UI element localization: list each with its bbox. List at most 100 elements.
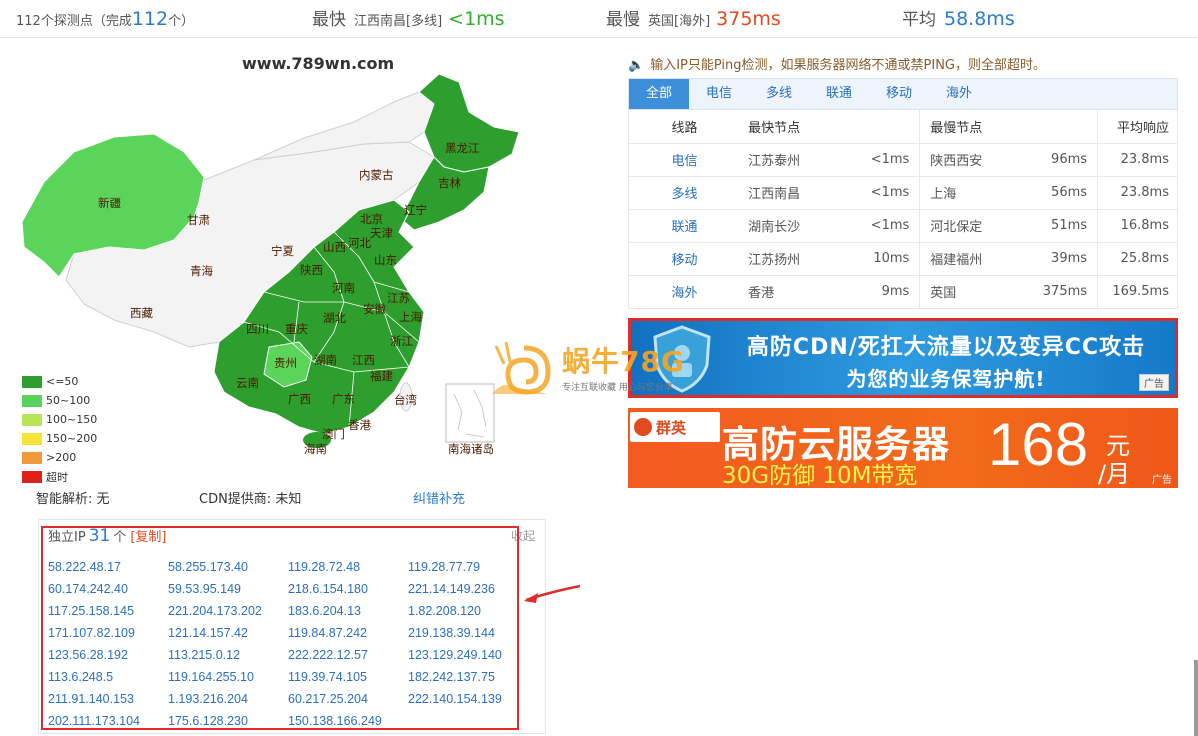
label-ningxia: 宁夏 — [271, 244, 294, 258]
legend-label: 超时 — [46, 470, 68, 484]
legend-label: 100~150 — [46, 413, 98, 426]
fastest-label: 最快 — [312, 10, 346, 30]
label-jilin: 吉林 — [438, 176, 461, 190]
table-header-cell: 线路 — [628, 110, 741, 144]
average-value: 58.8ms — [944, 8, 1015, 30]
label-guangxi: 广西 — [288, 392, 311, 406]
table-cell-slow_node: 福建福州 — [919, 242, 1018, 276]
legend-label: 150~200 — [46, 432, 98, 445]
label-macau: 澳门 — [322, 427, 345, 441]
watermark-subtext: 专注互联收藏 用心与您分享 — [562, 383, 673, 393]
tab-3[interactable]: 联通 — [809, 79, 869, 109]
label-yunnan: 云南 — [236, 376, 259, 390]
table-row: 电信 江苏泰州 <1ms 陕西西安 96ms 23.8ms — [628, 143, 1178, 177]
tab-4[interactable]: 移动 — [869, 79, 929, 109]
table-cell-line[interactable]: 电信 — [628, 143, 741, 177]
label-south-sea: 南海诸岛 — [448, 442, 494, 456]
label-anhui: 安徽 — [363, 302, 386, 316]
map-canvas: 新疆 甘肃 青海 西藏 内蒙古 黑龙江 吉林 辽宁 北京 天津 河北 山西 宁夏… — [21, 73, 520, 456]
label-taiwan: 台湾 — [394, 393, 417, 407]
table-header-cell — [1017, 110, 1099, 144]
ad-banner-cloud[interactable]: 群英 高防云服务器 30G防御 10M带宽 168 元 /月 广告 — [628, 408, 1178, 488]
table-header-cell: 平均响应 — [1097, 110, 1178, 144]
table-cell-fast_ms: <1ms — [829, 176, 921, 210]
table-cell-slow_node: 陕西西安 — [919, 143, 1018, 177]
table-cell-avg: 23.8ms — [1097, 176, 1178, 210]
table-cell-avg: 16.8ms — [1097, 209, 1178, 243]
label-qinghai: 青海 — [190, 264, 213, 278]
label-fujian: 福建 — [370, 369, 393, 383]
fastest-value: <1ms — [448, 8, 505, 30]
table-cell-avg: 169.5ms — [1097, 275, 1178, 309]
table-cell-slow_ms: 39ms — [1017, 242, 1099, 276]
table-header-cell: 最快节点 — [740, 110, 830, 144]
table-cell-avg: 25.8ms — [1097, 242, 1178, 276]
scrollbar[interactable] — [1194, 660, 1198, 736]
ping-notice-text: 输入IP只能Ping检测，如果服务器网络不通或禁PING，则全部超时。 — [650, 58, 1046, 73]
table-cell-line[interactable]: 海外 — [628, 275, 741, 309]
table-cell-slow_ms: 51ms — [1017, 209, 1099, 243]
cdn-info: CDN提供商: 未知 — [199, 492, 302, 507]
average-stat: 平均 58.8ms — [902, 0, 1015, 38]
ad-cdn-line2: 为您的业务保驾护航! — [846, 367, 1046, 391]
tab-0[interactable]: 全部 — [629, 79, 689, 109]
legend-item: 150~200 — [22, 429, 97, 448]
table-cell-fast_node: 江苏泰州 — [740, 143, 830, 177]
label-beijing: 北京 — [360, 212, 383, 226]
legend-swatch — [22, 413, 42, 426]
tab-1[interactable]: 电信 — [689, 79, 749, 109]
label-tibet: 西藏 — [130, 306, 153, 320]
label-inner-mongolia: 内蒙古 — [359, 168, 394, 182]
label-hunan: 湖南 — [314, 353, 337, 367]
ad-cloud-line2: 30G防御 10M带宽 — [722, 463, 918, 488]
china-ping-map: 新疆 甘肃 青海 西藏 内蒙古 黑龙江 吉林 辽宁 北京 天津 河北 山西 宁夏… — [14, 42, 594, 484]
legend-label: >200 — [46, 451, 77, 464]
table-cell-slow_ms: 375ms — [1017, 275, 1099, 309]
label-hongkong: 香港 — [348, 418, 371, 432]
ad-banner-cdn[interactable]: 高防CDN/死扛大流量以及变异CC攻击 为您的业务保驾护航! 广告 — [628, 318, 1178, 398]
table-cell-line[interactable]: 多线 — [628, 176, 741, 210]
fastest-stat: 最快 江西南昌[多线] <1ms — [312, 0, 505, 38]
label-gansu: 甘肃 — [187, 213, 210, 227]
tab-5[interactable]: 海外 — [929, 79, 989, 109]
probe-count-prefix: 112个探测点（完成 — [16, 14, 132, 29]
probe-count-suffix: 个） — [168, 14, 195, 29]
ad-cloud-price: 168 — [988, 411, 1089, 478]
label-heilongjiang: 黑龙江 — [445, 141, 480, 155]
report-link[interactable]: 纠错补充 — [413, 488, 465, 507]
legend-swatch — [22, 394, 42, 407]
watermark-text: 蜗牛78G — [562, 345, 685, 378]
slowest-value: 375ms — [716, 8, 781, 30]
label-liaoning: 辽宁 — [404, 203, 427, 217]
label-guizhou: 贵州 — [274, 356, 297, 370]
slowest-stat: 最慢 英国[海外] 375ms — [606, 0, 781, 38]
label-henan: 河南 — [332, 281, 355, 295]
table-row: 海外 香港 9ms 英国 375ms 169.5ms — [628, 275, 1178, 309]
label-zhejiang: 浙江 — [390, 334, 413, 348]
tab-2[interactable]: 多线 — [749, 79, 809, 109]
table-row: 联通 湖南长沙 <1ms 河北保定 51ms 16.8ms — [628, 209, 1178, 243]
table-cell-fast_ms: 10ms — [829, 242, 921, 276]
stats-bar: 112个探测点（完成112个） 最快 江西南昌[多线] <1ms 最慢 英国[海外] 3… — [0, 0, 1198, 38]
line-tabs: 全部 电信 多线 联通 移动 海外 — [628, 78, 1178, 110]
legend-swatch — [22, 470, 42, 483]
table-cell-slow_node: 河北保定 — [919, 209, 1018, 243]
table-cell-avg: 23.8ms — [1097, 143, 1178, 177]
label-hubei: 湖北 — [323, 311, 346, 325]
table-cell-line[interactable]: 移动 — [628, 242, 741, 276]
dns-info: 智能解析: 无 — [36, 492, 110, 507]
brand-logo: 群英 — [630, 412, 720, 442]
label-sichuan: 四川 — [246, 322, 269, 336]
label-shanxi: 山西 — [323, 240, 346, 254]
fastest-location: 江西南昌[多线] — [354, 14, 443, 29]
legend-item: 100~150 — [22, 410, 97, 429]
south-sea-inset — [445, 383, 495, 443]
ad-cdn-tag: 广告 — [1139, 374, 1169, 391]
table-header-cell — [829, 110, 921, 144]
map-legend: <=50 50~100 100~150 150~200 >200 超时 — [22, 372, 97, 486]
table-row: 移动 江苏扬州 10ms 福建福州 39ms 25.8ms — [628, 242, 1178, 276]
table-cell-line[interactable]: 联通 — [628, 209, 741, 243]
legend-label: 50~100 — [46, 394, 91, 407]
table-cell-slow_ms: 96ms — [1017, 143, 1099, 177]
slowest-label: 最慢 — [606, 10, 640, 30]
